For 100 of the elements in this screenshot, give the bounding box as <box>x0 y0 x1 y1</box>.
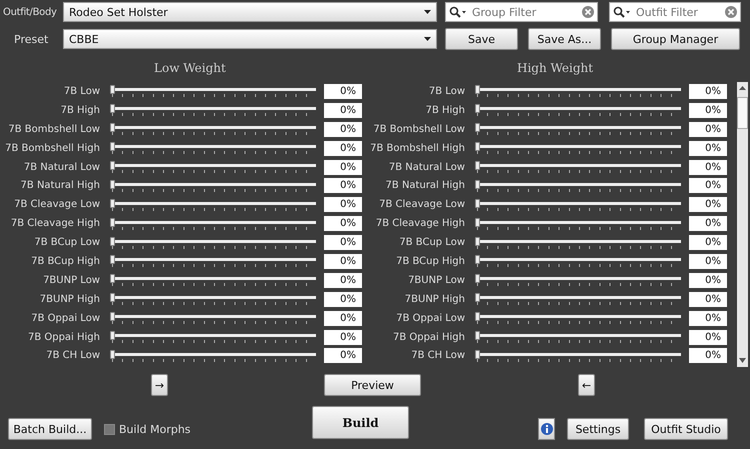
value-field[interactable]: 0% <box>689 160 727 174</box>
slider[interactable] <box>110 273 318 288</box>
slider[interactable] <box>110 198 318 212</box>
slider-thumb[interactable] <box>475 293 480 302</box>
slider[interactable] <box>475 178 683 193</box>
slider[interactable] <box>110 236 318 250</box>
slider-thumb[interactable] <box>475 274 480 284</box>
slider-thumb[interactable] <box>475 85 480 94</box>
value-field[interactable]: 0% <box>689 122 727 137</box>
slider[interactable] <box>110 254 318 268</box>
slider[interactable] <box>475 141 683 156</box>
slider-thumb[interactable] <box>475 331 480 340</box>
scrollbar[interactable] <box>737 82 748 367</box>
slider[interactable] <box>475 122 683 136</box>
value-field[interactable]: 0% <box>689 272 727 288</box>
info-icon[interactable] <box>538 418 555 440</box>
build-button[interactable]: Build <box>312 406 409 439</box>
outfit-studio-button[interactable]: Outfit Studio <box>644 418 728 440</box>
slider-thumb[interactable] <box>475 104 480 114</box>
value-field[interactable]: 0% <box>324 102 362 118</box>
slider[interactable] <box>110 84 318 98</box>
group-manager-button[interactable]: Group Manager <box>611 28 740 50</box>
value-field[interactable]: 0% <box>324 122 362 137</box>
slider[interactable] <box>475 160 683 174</box>
slider-thumb[interactable] <box>110 142 115 152</box>
copy-left-button[interactable]: ← <box>578 374 595 396</box>
outfit-filter-field[interactable]: Outfit Filter <box>609 2 741 22</box>
slider-thumb[interactable] <box>110 180 115 189</box>
slider[interactable] <box>475 330 683 344</box>
slider-thumb[interactable] <box>110 218 115 227</box>
slider-thumb[interactable] <box>110 331 115 340</box>
slider-thumb[interactable] <box>475 161 480 170</box>
slider-thumb[interactable] <box>110 350 115 359</box>
settings-button[interactable]: Settings <box>567 418 629 440</box>
value-field[interactable]: 0% <box>689 178 727 194</box>
checkbox[interactable] <box>104 424 115 434</box>
slider-thumb[interactable] <box>110 312 115 322</box>
slider-thumb[interactable] <box>475 312 480 322</box>
slider-thumb[interactable] <box>110 85 115 94</box>
save-button[interactable]: Save <box>445 28 518 50</box>
value-field[interactable]: 0% <box>689 330 727 345</box>
slider-thumb[interactable] <box>475 198 480 208</box>
scroll-up-icon[interactable] <box>739 86 746 91</box>
slider[interactable] <box>475 273 683 288</box>
slider-thumb[interactable] <box>110 274 115 284</box>
value-field[interactable]: 0% <box>689 216 727 232</box>
slider[interactable] <box>475 311 683 326</box>
slider[interactable] <box>475 198 683 212</box>
slider-thumb[interactable] <box>475 123 480 132</box>
value-field[interactable]: 0% <box>689 310 727 326</box>
slider[interactable] <box>110 348 318 363</box>
slider[interactable] <box>110 160 318 174</box>
value-field[interactable]: 0% <box>324 216 362 232</box>
value-field[interactable]: 0% <box>324 84 362 99</box>
preset-dropdown[interactable]: CBBE <box>63 29 437 49</box>
save-as-button[interactable]: Save As... <box>528 28 601 50</box>
value-field[interactable]: 0% <box>324 310 362 326</box>
value-field[interactable]: 0% <box>689 140 727 156</box>
value-field[interactable]: 0% <box>689 197 727 212</box>
slider-thumb[interactable] <box>475 180 480 189</box>
value-field[interactable]: 0% <box>324 140 362 156</box>
slider-thumb[interactable] <box>110 104 115 114</box>
value-field[interactable]: 0% <box>324 197 362 212</box>
slider-thumb[interactable] <box>475 142 480 152</box>
value-field[interactable]: 0% <box>689 292 727 307</box>
slider-thumb[interactable] <box>110 161 115 170</box>
value-field[interactable]: 0% <box>689 254 727 269</box>
slider[interactable] <box>475 84 683 98</box>
scrollbar-thumb[interactable] <box>737 97 748 129</box>
slider-thumb[interactable] <box>110 123 115 132</box>
value-field[interactable]: 0% <box>324 330 362 345</box>
scroll-down-icon[interactable] <box>739 358 746 363</box>
batch-build-button[interactable]: Batch Build... <box>8 418 92 440</box>
slider[interactable] <box>110 292 318 306</box>
slider[interactable] <box>475 292 683 306</box>
slider-thumb[interactable] <box>475 350 480 359</box>
slider-thumb[interactable] <box>475 218 480 227</box>
copy-right-button[interactable]: → <box>151 374 168 396</box>
group-filter-field[interactable]: Group Filter <box>445 2 598 22</box>
clear-icon[interactable] <box>725 6 737 18</box>
outfit-dropdown[interactable]: Rodeo Set Holster <box>63 2 437 22</box>
value-field[interactable]: 0% <box>324 235 362 250</box>
slider-thumb[interactable] <box>110 198 115 208</box>
value-field[interactable]: 0% <box>689 235 727 250</box>
slider-thumb[interactable] <box>110 293 115 302</box>
value-field[interactable]: 0% <box>324 178 362 194</box>
slider[interactable] <box>475 216 683 231</box>
slider-thumb[interactable] <box>475 236 480 246</box>
slider[interactable] <box>475 103 683 118</box>
slider[interactable] <box>110 103 318 118</box>
value-field[interactable]: 0% <box>689 348 727 364</box>
clear-icon[interactable] <box>582 6 594 18</box>
slider-thumb[interactable] <box>110 255 115 264</box>
value-field[interactable]: 0% <box>324 348 362 364</box>
slider[interactable] <box>110 330 318 344</box>
value-field[interactable]: 0% <box>324 272 362 288</box>
slider-thumb[interactable] <box>475 255 480 264</box>
value-field[interactable]: 0% <box>324 160 362 174</box>
slider[interactable] <box>110 311 318 326</box>
value-field[interactable]: 0% <box>324 254 362 269</box>
